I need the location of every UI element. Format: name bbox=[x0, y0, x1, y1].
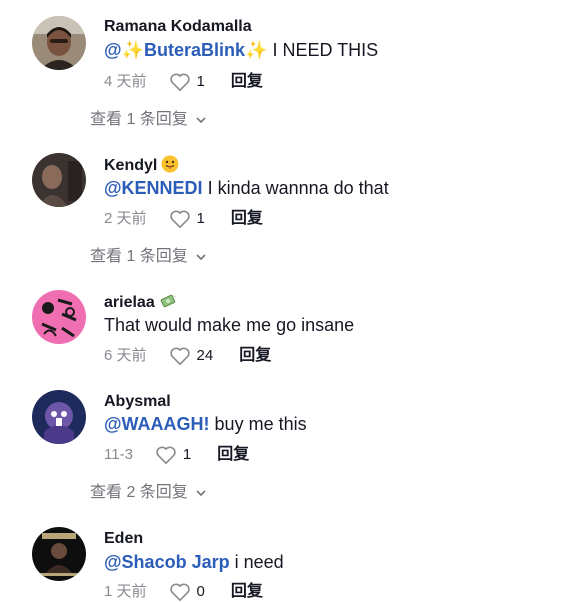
like-count: 1 bbox=[196, 210, 205, 227]
heart-icon bbox=[169, 583, 190, 601]
comment-time: 6 天前 bbox=[104, 347, 147, 364]
heart-icon bbox=[169, 210, 190, 228]
like-button[interactable]: 24 bbox=[169, 346, 214, 366]
heart-icon bbox=[169, 73, 190, 91]
comment-meta: 6 天前 24 回复 bbox=[104, 346, 271, 366]
comment-text: That would make me go insane bbox=[104, 315, 355, 335]
comment-username[interactable]: Eden bbox=[104, 529, 143, 549]
reply-button[interactable]: 回复 bbox=[217, 445, 249, 465]
avatar[interactable] bbox=[32, 16, 86, 70]
like-count: 24 bbox=[196, 347, 214, 364]
comment-text: @WAAAGH! buy me this bbox=[104, 414, 307, 434]
reply-button[interactable]: 回复 bbox=[231, 582, 263, 602]
mention-link[interactable]: @Shacob Jarp bbox=[104, 552, 230, 572]
comment-text: @✨ButeraBlink✨ I NEED THIS bbox=[104, 40, 379, 60]
avatar[interactable] bbox=[32, 153, 86, 207]
avatar[interactable] bbox=[32, 290, 86, 344]
comment-meta: 11-3 1 回复 bbox=[104, 445, 249, 465]
avatar[interactable] bbox=[32, 527, 86, 581]
like-count: 1 bbox=[182, 446, 192, 463]
like-button[interactable]: 1 bbox=[169, 209, 205, 229]
mention-link[interactable]: @WAAAGH! bbox=[104, 414, 210, 434]
heart-icon bbox=[169, 347, 190, 365]
like-count: 0 bbox=[196, 583, 205, 600]
comment-username[interactable]: Ramana Kodamalla bbox=[104, 17, 252, 37]
chevron-down-icon bbox=[196, 254, 206, 261]
like-button[interactable]: 1 bbox=[169, 72, 205, 92]
reply-button[interactable]: 回复 bbox=[231, 209, 263, 229]
chevron-down-icon bbox=[196, 117, 206, 124]
sparkle-icon: ✨ bbox=[121, 40, 144, 60]
comment-username[interactable]: Abysmal bbox=[104, 392, 171, 412]
comment-time: 2 天前 bbox=[104, 210, 147, 227]
view-replies-button[interactable]: 查看 1 条回复 bbox=[90, 110, 208, 130]
comment-time: 4 天前 bbox=[104, 73, 147, 90]
reply-button[interactable]: 回复 bbox=[231, 72, 263, 92]
like-button[interactable]: 1 bbox=[155, 445, 191, 465]
like-count: 1 bbox=[196, 73, 205, 90]
chevron-down-icon bbox=[196, 490, 206, 497]
reply-button[interactable]: 回复 bbox=[239, 346, 271, 366]
comment-time: 11-3 bbox=[104, 446, 133, 463]
comment-meta: 2 天前 1 回复 bbox=[104, 209, 263, 229]
comment-text: @KENNEDI I kinda wannna do that bbox=[104, 178, 389, 198]
like-button[interactable]: 0 bbox=[169, 582, 205, 602]
comment-time: 1 天前 bbox=[104, 583, 147, 600]
heart-icon bbox=[156, 446, 176, 464]
sparkle-icon: ✨ bbox=[245, 40, 268, 60]
mention-link[interactable]: @✨ButeraBlink✨ bbox=[104, 40, 267, 60]
comment-meta: 1 天前 0 回复 bbox=[104, 582, 263, 602]
comment-meta: 4 天前 1 回复 bbox=[104, 72, 263, 92]
view-replies-button[interactable]: 查看 1 条回复 bbox=[90, 247, 208, 267]
mention-link[interactable]: @KENNEDI bbox=[104, 178, 203, 198]
comment-text: @Shacob Jarp i need bbox=[104, 552, 284, 572]
view-replies-button[interactable]: 查看 2 条回复 bbox=[90, 483, 208, 503]
avatar[interactable] bbox=[32, 390, 86, 444]
